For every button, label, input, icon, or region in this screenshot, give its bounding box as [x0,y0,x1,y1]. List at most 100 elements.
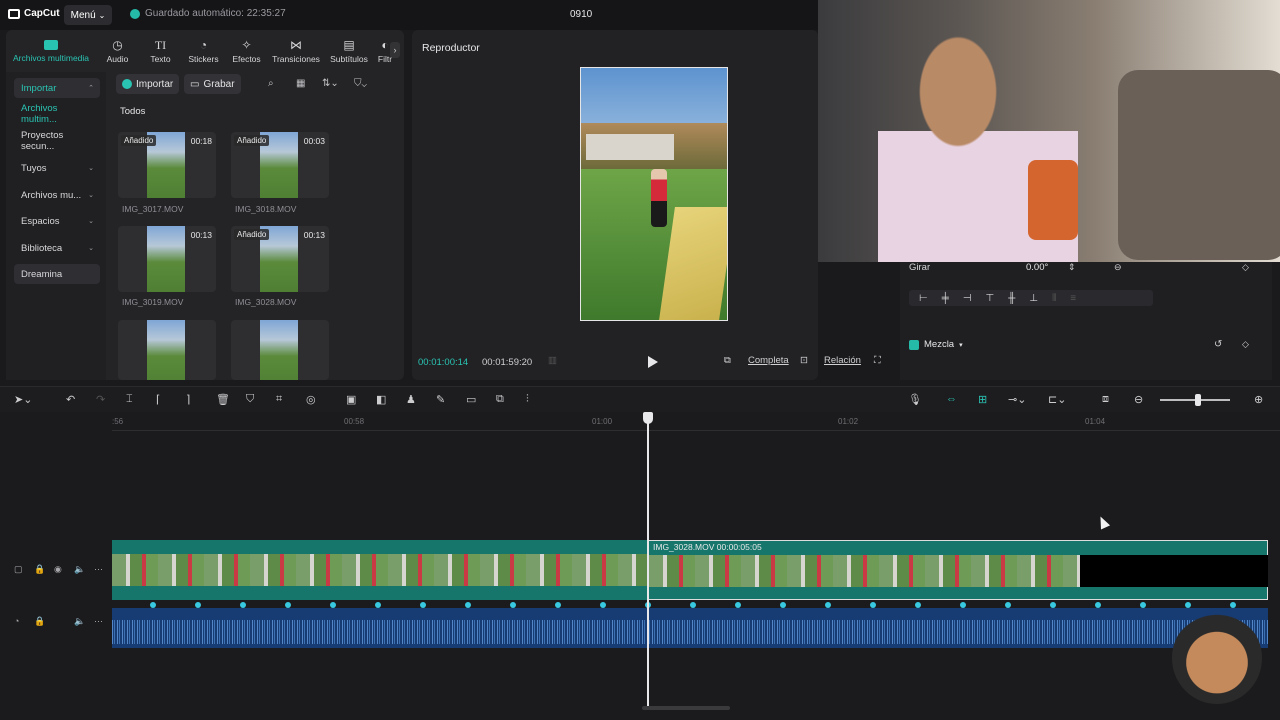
aspect-ratio-button[interactable]: Relación [824,355,861,366]
delete-icon[interactable]: 🗑 [216,393,230,406]
fullscreen-icon[interactable]: ⛶ [874,355,881,366]
nav-subprojects[interactable]: Proyectos secun... [14,130,100,152]
tab-media[interactable]: Archivos multimedia [6,30,96,72]
lock-icon[interactable]: 🔒 [34,564,45,575]
grid-view-icon[interactable]: ▦ [296,78,305,89]
video-clip-selected[interactable]: IMG_3028.MOV 00:00:05:05 [648,540,1268,600]
sort-icon[interactable]: ⇅⌄ [322,78,339,89]
keyframe-icon[interactable]: ◇ [1242,339,1249,350]
align-bottom-icon[interactable]: ⊥ [1029,293,1038,304]
blend-checkbox[interactable] [909,339,919,350]
align-center-h-icon[interactable]: ╪ [942,293,949,304]
freeze-icon[interactable]: ▣ [346,393,356,406]
cover-icon[interactable]: ▢ [14,564,23,575]
zoom-out-icon[interactable]: ⊖ [1134,393,1143,406]
nav-dreamina[interactable]: Dreamina [14,264,100,284]
nav-media-library[interactable]: Archivos mu... ⌄ [14,185,100,205]
tab-effects[interactable]: ✧ Efectos [225,30,268,72]
preview-axis-icon[interactable]: ⊏⌄ [1048,393,1066,406]
tab-media-label: Archivos multimedia [12,52,90,63]
undo-icon[interactable]: ↶ [66,393,75,406]
video-clip[interactable] [112,540,648,600]
align-right-icon[interactable]: ⊣ [963,293,972,304]
split-icon[interactable]: ⌶ [126,393,133,406]
tab-stickers[interactable]: ◔ Stickers [182,30,225,72]
full-quality-button[interactable]: Completa [748,355,789,366]
crop-icon[interactable]: ⧉ [724,355,731,366]
timeline-scrollbar[interactable] [642,706,730,710]
lock-icon[interactable]: 🔒 [34,616,45,627]
auto-snap-icon[interactable]: ⊞ [978,393,987,406]
tab-text[interactable]: TI Texto [139,30,182,72]
marker-icon[interactable]: ⛉ [246,393,254,406]
media-item[interactable]: 00:13 [118,226,216,292]
nav-spaces[interactable]: Espacios ⌄ [14,211,100,231]
reset-icon[interactable]: ↺ [1214,339,1222,350]
play-icon[interactable] [647,355,659,369]
split-right-icon[interactable]: ⌉ [186,393,190,406]
beat-icon[interactable]: ⫶ [526,393,529,406]
tab-transitions[interactable]: ⋈ Transiciones [268,30,324,72]
media-item[interactable] [231,320,329,380]
rotate-input[interactable]: 0.00° [1026,262,1048,273]
align-left-icon[interactable]: ⊢ [919,293,928,304]
nav-media-files[interactable]: Archivos multim... [14,103,100,125]
record-button[interactable]: ▭ Grabar [184,74,241,94]
nav-library[interactable]: Biblioteca ⌄ [14,238,100,258]
timeline[interactable]: :56 00:58 01:00 01:02 01:04 ▢ 🔒 ◉ 🔈 ⋯ ◔ … [0,412,1280,720]
distribute-h-icon[interactable]: ⫴ [1052,293,1056,304]
tabs-scroll-right-button[interactable]: › [390,42,400,58]
search-icon[interactable]: ⌕ [268,78,274,89]
project-name[interactable]: 0910 [570,9,592,20]
main-track-magnet-icon[interactable]: ⇔ [946,393,957,405]
tab-subtitles[interactable]: ▤ Subtítulos [324,30,374,72]
distribute-v-icon[interactable]: ≡ [1070,293,1076,304]
align-center-v-icon[interactable]: ╫ [1008,293,1015,304]
video-preview[interactable] [580,67,728,321]
eye-icon[interactable]: ◉ [54,564,62,575]
select-tool-icon[interactable]: ➤⌄ [14,393,32,406]
media-item[interactable]: Añadido 00:03 [231,132,329,198]
media-item[interactable]: Añadido 00:13 [231,226,329,292]
filter-icon[interactable]: ⛉⌄ [354,78,367,89]
redo-icon[interactable]: ↷ [96,393,105,406]
audio-enhance-icon[interactable]: ♟ [406,393,416,406]
fit-icon[interactable]: ⊡ [800,355,808,366]
nav-media-library-label: Archivos mu... [21,189,82,201]
zoom-in-icon[interactable]: ⊕ [1254,393,1263,406]
media-item[interactable] [118,320,216,380]
media-item[interactable]: Añadido 00:18 [118,132,216,198]
crop-tool-icon[interactable]: ⌗ [276,393,282,406]
audio-track-header: ◔ 🔒 🔈 ⋯ [0,608,110,648]
media-duration: 00:03 [303,136,325,146]
playhead[interactable] [647,412,649,707]
zoom-slider-handle[interactable] [1195,394,1201,406]
keyframe-icon[interactable]: ◇ [1242,262,1249,273]
tab-audio[interactable]: ◷ Audio [96,30,139,72]
import-button[interactable]: Importar [116,74,180,94]
hd-icon[interactable]: ▭ [466,393,476,406]
more-icon[interactable]: ⋯ [94,564,103,575]
caption-icon[interactable]: ⧈ [1102,393,1109,406]
rotate-dial-icon[interactable]: ⊖ [1114,262,1122,273]
link-icon[interactable]: ⊸⌄ [1008,393,1026,406]
magic-icon[interactable]: ✎ [436,393,445,406]
playhead-handle[interactable] [643,412,653,424]
volume-icon[interactable]: 🔈 [74,616,85,627]
timeline-view-icon[interactable]: ▥ [548,355,557,366]
more-icon[interactable]: ⋯ [94,616,103,627]
blend-section[interactable]: Mezcla ▾ [909,339,963,350]
microphone-icon[interactable]: 🎙 [908,393,922,406]
nav-import[interactable]: Importar ⌃ [14,78,100,98]
filter-all-label[interactable]: Todos [120,106,145,117]
menu-button[interactable]: Menú ⌄ [64,5,112,25]
export-frame-icon[interactable]: ⧉ [496,393,504,406]
align-top-icon[interactable]: ⊤ [986,293,995,304]
nav-yours[interactable]: Tuyos ⌄ [14,158,100,178]
mirror-icon[interactable]: ◧ [376,393,386,406]
volume-icon[interactable]: 🔈 [74,564,85,575]
split-left-icon[interactable]: ⌈ [156,393,160,406]
stepper-icon[interactable]: ⇕ [1068,262,1076,273]
speed-icon[interactable]: ◎ [306,393,316,406]
audio-clip[interactable] [112,608,1268,648]
